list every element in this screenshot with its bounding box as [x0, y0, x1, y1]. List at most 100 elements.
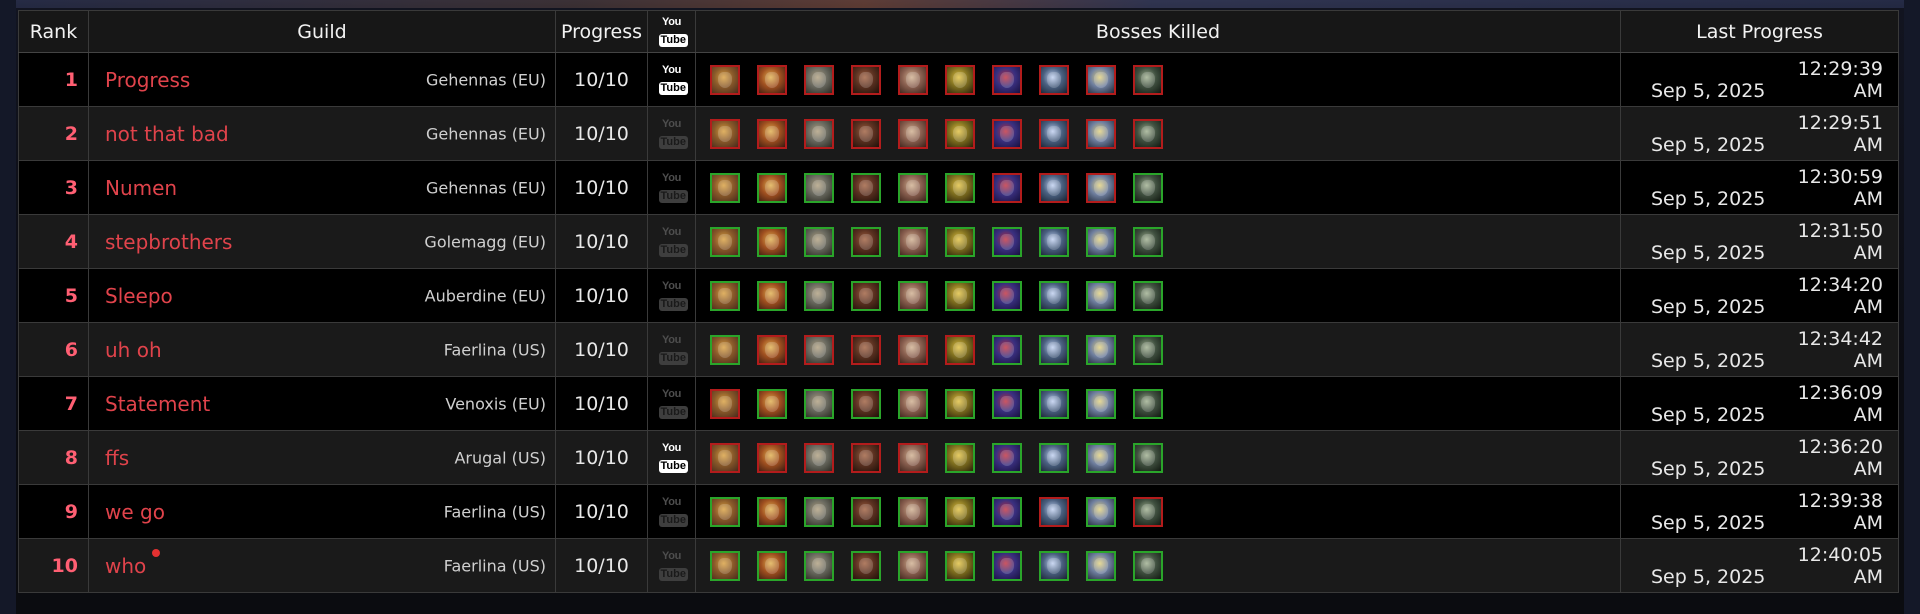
boss-7-icon[interactable]: [992, 118, 1022, 149]
boss-10-icon[interactable]: [1133, 442, 1163, 473]
boss-7-icon[interactable]: [992, 280, 1022, 311]
boss-4-icon[interactable]: [851, 118, 881, 149]
table-row[interactable]: 2 not that bad Gehennas (EU) 10/10 You T…: [18, 106, 1899, 161]
boss-4-icon[interactable]: [851, 172, 881, 203]
boss-3-icon[interactable]: [804, 334, 834, 365]
boss-4-icon[interactable]: [851, 280, 881, 311]
boss-2-icon[interactable]: [757, 64, 787, 95]
boss-10-icon[interactable]: [1133, 334, 1163, 365]
boss-1-icon[interactable]: [710, 496, 740, 527]
boss-8-icon[interactable]: [1039, 388, 1069, 419]
boss-10-icon[interactable]: [1133, 172, 1163, 203]
boss-3-icon[interactable]: [804, 550, 834, 581]
guild-name-link[interactable]: uh oh: [105, 338, 162, 362]
boss-7-icon[interactable]: [992, 496, 1022, 527]
boss-8-icon[interactable]: [1039, 64, 1069, 95]
boss-6-icon[interactable]: [945, 226, 975, 257]
boss-6-icon[interactable]: [945, 550, 975, 581]
table-row[interactable]: 10 who Faerlina (US) 10/10 You Tube Sep …: [18, 538, 1899, 593]
guild-name-link[interactable]: Sleepo: [105, 284, 173, 308]
guild-name-link[interactable]: ffs: [105, 446, 129, 470]
youtube-icon[interactable]: You Tube: [658, 64, 688, 95]
boss-1-icon[interactable]: [710, 64, 740, 95]
boss-7-icon[interactable]: [992, 172, 1022, 203]
boss-1-icon[interactable]: [710, 334, 740, 365]
youtube-cell[interactable]: You Tube: [647, 52, 696, 107]
boss-2-icon[interactable]: [757, 388, 787, 419]
boss-8-icon[interactable]: [1039, 118, 1069, 149]
boss-4-icon[interactable]: [851, 64, 881, 95]
table-row[interactable]: 3 Numen Gehennas (EU) 10/10 You Tube Sep…: [18, 160, 1899, 215]
boss-9-icon[interactable]: [1086, 496, 1116, 527]
boss-4-icon[interactable]: [851, 550, 881, 581]
guild-name-link[interactable]: Statement: [105, 392, 210, 416]
youtube-icon[interactable]: You Tube: [658, 442, 688, 473]
boss-2-icon[interactable]: [757, 442, 787, 473]
boss-4-icon[interactable]: [851, 388, 881, 419]
guild-name-link[interactable]: Numen: [105, 176, 177, 200]
column-header-progress[interactable]: Progress: [555, 10, 648, 53]
boss-2-icon[interactable]: [757, 172, 787, 203]
boss-3-icon[interactable]: [804, 226, 834, 257]
table-row[interactable]: 7 Statement Venoxis (EU) 10/10 You Tube …: [18, 376, 1899, 431]
boss-10-icon[interactable]: [1133, 550, 1163, 581]
boss-4-icon[interactable]: [851, 442, 881, 473]
guild-name-link[interactable]: stepbrothers: [105, 230, 232, 254]
boss-5-icon[interactable]: [898, 64, 928, 95]
boss-5-icon[interactable]: [898, 280, 928, 311]
boss-9-icon[interactable]: [1086, 442, 1116, 473]
boss-5-icon[interactable]: [898, 118, 928, 149]
boss-1-icon[interactable]: [710, 280, 740, 311]
boss-4-icon[interactable]: [851, 496, 881, 527]
table-row[interactable]: 8 ffs Arugal (US) 10/10 You Tube Sep 5, …: [18, 430, 1899, 485]
boss-1-icon[interactable]: [710, 442, 740, 473]
boss-6-icon[interactable]: [945, 442, 975, 473]
boss-2-icon[interactable]: [757, 496, 787, 527]
table-row[interactable]: 5 Sleepo Auberdine (EU) 10/10 You Tube S…: [18, 268, 1899, 323]
boss-7-icon[interactable]: [992, 334, 1022, 365]
boss-6-icon[interactable]: [945, 388, 975, 419]
boss-3-icon[interactable]: [804, 496, 834, 527]
table-row[interactable]: 1 Progress Gehennas (EU) 10/10 You Tube …: [18, 52, 1899, 107]
table-row[interactable]: 4 stepbrothers Golemagg (EU) 10/10 You T…: [18, 214, 1899, 269]
boss-8-icon[interactable]: [1039, 442, 1069, 473]
boss-10-icon[interactable]: [1133, 496, 1163, 527]
boss-5-icon[interactable]: [898, 172, 928, 203]
boss-10-icon[interactable]: [1133, 388, 1163, 419]
boss-5-icon[interactable]: [898, 388, 928, 419]
boss-4-icon[interactable]: [851, 226, 881, 257]
boss-1-icon[interactable]: [710, 172, 740, 203]
boss-7-icon[interactable]: [992, 550, 1022, 581]
column-header-rank[interactable]: Rank: [18, 10, 89, 53]
boss-1-icon[interactable]: [710, 118, 740, 149]
table-row[interactable]: 9 we go Faerlina (US) 10/10 You Tube Sep…: [18, 484, 1899, 539]
boss-8-icon[interactable]: [1039, 334, 1069, 365]
boss-3-icon[interactable]: [804, 442, 834, 473]
boss-6-icon[interactable]: [945, 118, 975, 149]
boss-3-icon[interactable]: [804, 172, 834, 203]
boss-2-icon[interactable]: [757, 226, 787, 257]
boss-3-icon[interactable]: [804, 280, 834, 311]
boss-3-icon[interactable]: [804, 388, 834, 419]
boss-5-icon[interactable]: [898, 226, 928, 257]
boss-9-icon[interactable]: [1086, 550, 1116, 581]
boss-5-icon[interactable]: [898, 334, 928, 365]
boss-8-icon[interactable]: [1039, 496, 1069, 527]
boss-8-icon[interactable]: [1039, 226, 1069, 257]
boss-10-icon[interactable]: [1133, 280, 1163, 311]
boss-5-icon[interactable]: [898, 550, 928, 581]
boss-7-icon[interactable]: [992, 388, 1022, 419]
boss-7-icon[interactable]: [992, 226, 1022, 257]
column-header-last-progress[interactable]: Last Progress: [1620, 10, 1899, 53]
boss-2-icon[interactable]: [757, 118, 787, 149]
guild-name-link[interactable]: who: [105, 554, 146, 578]
boss-8-icon[interactable]: [1039, 550, 1069, 581]
boss-6-icon[interactable]: [945, 280, 975, 311]
boss-9-icon[interactable]: [1086, 172, 1116, 203]
boss-2-icon[interactable]: [757, 550, 787, 581]
boss-2-icon[interactable]: [757, 334, 787, 365]
boss-9-icon[interactable]: [1086, 388, 1116, 419]
boss-6-icon[interactable]: [945, 172, 975, 203]
boss-5-icon[interactable]: [898, 496, 928, 527]
boss-1-icon[interactable]: [710, 550, 740, 581]
